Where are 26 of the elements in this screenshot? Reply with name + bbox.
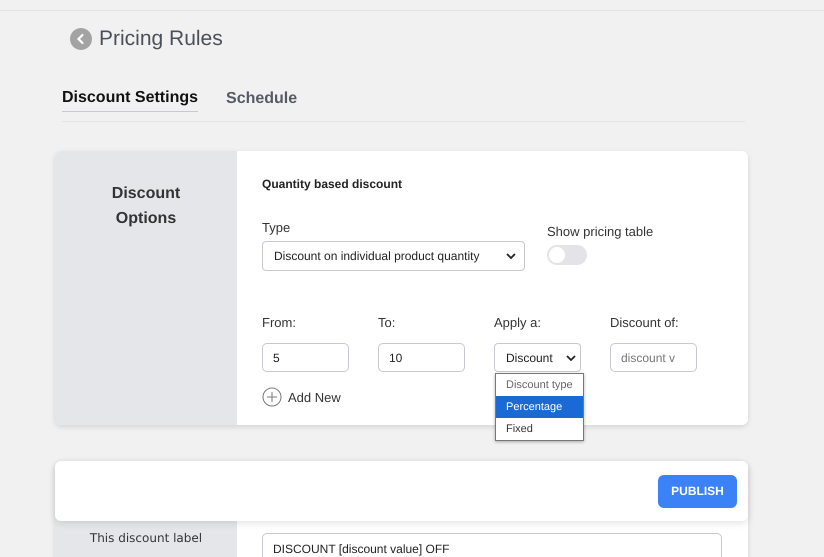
back-icon[interactable] [70, 28, 92, 50]
chevron-icon [566, 354, 576, 360]
publish-button[interactable]: PUBLISH [658, 474, 737, 508]
field-label: From: [262, 315, 297, 330]
input-field[interactable]: 5 [262, 343, 349, 372]
dropdown-option[interactable]: Discount type [496, 374, 583, 396]
tab[interactable]: Schedule [226, 89, 298, 112]
toggle-switch[interactable] [547, 245, 587, 265]
dropdown-option[interactable]: Percentage [496, 396, 583, 418]
type-select[interactable]: Discount on individual product quantity [262, 241, 525, 271]
plus-circle-icon [262, 387, 282, 407]
section-title: Quantity based discount [262, 177, 404, 191]
dropdown-option[interactable]: Fixed [496, 418, 583, 440]
field-label: Show pricing table [547, 224, 654, 239]
field-label: Type [262, 220, 292, 235]
label-description: This discount label [90, 531, 202, 547]
field-label: Discount of: [610, 315, 680, 330]
page-title: Pricing Rules [99, 27, 223, 51]
chevron-icon [506, 253, 516, 259]
section-heading: Discount Options [110, 184, 182, 229]
tab[interactable]: Discount Settings [62, 89, 198, 112]
input-field[interactable]: 10 [378, 343, 465, 372]
field-label: Apply a: [494, 315, 542, 330]
field-label: To: [378, 315, 396, 330]
input-field[interactable]: discount v [610, 343, 697, 372]
input-field[interactable]: DISCOUNT [discount value] OFF [262, 533, 722, 557]
